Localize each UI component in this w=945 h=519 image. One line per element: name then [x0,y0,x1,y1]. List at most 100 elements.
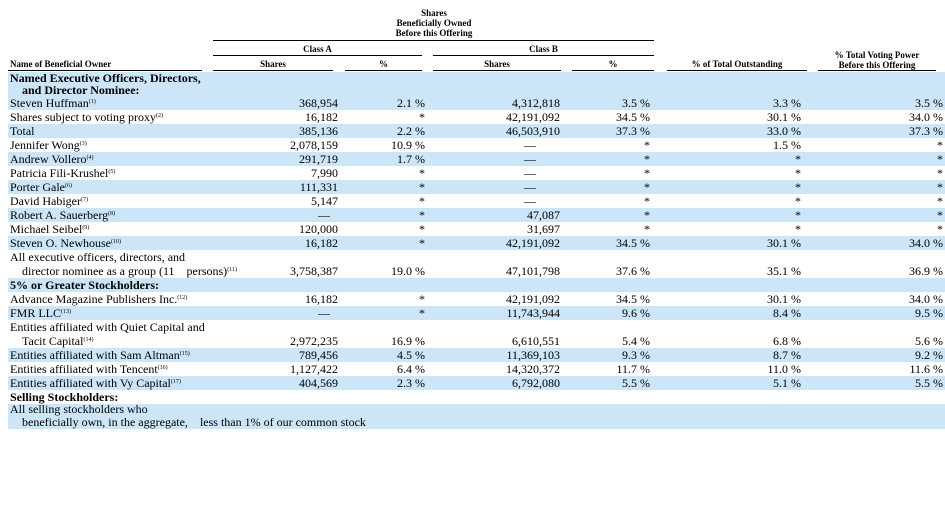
owner-name-text: FMR LLC [10,306,62,320]
section-five-pct-label: 5% or Greater Stockholders: [8,278,945,292]
owner-name-line: All executive officers, directors, and [10,250,213,264]
class-a-shares: 111,331 [213,180,338,194]
class-b-pct: 9.6 % [560,306,652,320]
owner-name-text: Steven O. Newhouse [10,236,111,250]
col-b-shares-header: Shares [484,59,510,69]
class-b-shares: 46,503,910 [427,124,560,138]
col-a-pct-header: % [379,59,388,69]
col-voting-header: % Total Voting Power Before this Offerin… [818,50,936,70]
voting-power-pct: 34.0 % [909,110,943,124]
section-selling: Selling Stockholders: [8,390,945,404]
class-a-pct: 10.9 % [391,138,425,152]
class-b-pct: 9.3 % [560,348,652,362]
group-title: Shares Beneficially Owned Before this Of… [384,8,484,38]
group-title-rule [213,40,654,41]
footnote-marker: (14) [83,337,94,343]
footnote-marker: (10) [110,239,121,245]
class-b-shares: — [427,180,560,194]
class-b-rule [433,55,654,56]
voting-power-pct: * [803,208,945,222]
section-named-line2: and Director Nominee: [22,83,140,97]
total-outstanding-pct: 5.1 % [652,376,803,390]
footnote-marker: (4) [86,155,94,161]
section-named-officers: Named Executive Officers, Directors, and… [8,72,945,96]
owner-name-text: Steven Huffman [10,96,89,110]
class-b-pct: 37.6 % [616,264,650,278]
class-b-pct: 34.5 % [560,236,652,250]
owner-name-line: Entities affiliated with Sam Altman(15) [10,348,213,362]
table-row: Entities affiliated with Quiet Capital a… [8,320,945,348]
class-a-shares: 2,972,235 [290,334,338,348]
class-a-pct: * [419,110,425,124]
footnote-marker: (7) [80,197,88,203]
owner-name-text: Andrew Vollero [10,152,87,166]
owner-name-line: Patricia Fili-Krushel(5) [10,166,213,180]
footnote-marker: (5) [108,169,116,175]
owner-name-line: David Habiger(7) [10,194,213,208]
table-row: David Habiger(7) 5,147 * — * * * [8,194,945,208]
class-a-pct: 2.2 % [338,124,427,138]
class-b-pct: * [560,152,652,166]
owner-name-text: Entities affiliated with Quiet Capital a… [10,320,205,334]
class-a-shares: — [213,306,338,320]
voting-power-pct: 34.0 % [909,292,943,306]
class-a-rule [213,55,422,56]
class-a-shares: 120,000 [299,222,338,236]
footnote-marker: (11) [227,267,237,273]
class-a-pct: 16.9 % [391,334,425,348]
total-outstanding-pct: 6.8 % [773,334,801,348]
footnote-marker: (6) [64,183,72,189]
class-a-shares: 16,182 [213,236,338,250]
total-outstanding-pct: * [795,222,801,236]
total-outstanding-pct: 35.1 % [767,264,801,278]
class-a-pct: * [338,208,427,222]
table-row: Andrew Vollero(4) 291,719 1.7 % — * * * [8,152,945,166]
owner-name-text: Robert A. Sauerberg [10,208,109,222]
class-a-pct: * [419,166,425,180]
class-b-shares: 42,191,092 [506,292,560,306]
owner-name-text: All executive officers, directors, and [10,250,186,264]
footnote-marker: (15) [179,351,190,357]
owner-name-line: Total [10,124,213,138]
class-b-pct: * [644,138,650,152]
total-outstanding-pct: 33.0 % [652,124,803,138]
owner-name-text: Patricia Fili-Krushel [10,166,109,180]
owner-name: Shares subject to voting proxy(2) [8,110,213,124]
owner-name-line: Porter Gale(6) [10,180,213,194]
class-b-pct: * [644,194,650,208]
table-row: Steven O. Newhouse(10) 16,182 * 42,191,092 3… [8,236,945,250]
class-a-shares: 16,182 [305,110,338,124]
footnote-marker: (8) [108,211,116,217]
footnote-marker: (17) [170,379,181,385]
class-b-header: Class B [529,44,558,54]
total-outstanding-pct: 30.1 % [767,110,801,124]
table-row: Robert A. Sauerberg(8) — * 47,087 * * * [8,208,945,222]
owner-name: Entities affiliated with Quiet Capital a… [8,320,213,348]
owner-name-line: Advance Magazine Publishers Inc.(12) [10,292,213,306]
col-name-header: Name of Beneficial Owner [10,59,112,69]
voting-power-pct: * [803,180,945,194]
class-a-shares: 1,127,422 [290,362,338,376]
class-b-shares: 42,191,092 [427,236,560,250]
class-a-shares: 5,147 [311,194,338,208]
class-a-pct: 4.5 % [338,348,427,362]
section-five-pct: 5% or Greater Stockholders: [8,278,945,292]
class-b-pct: 11.7 % [616,362,650,376]
class-b-shares: 11,743,944 [427,306,560,320]
class-b-pct: * [644,166,650,180]
class-a-pct: 19.0 % [391,264,425,278]
voting-power-pct: 9.2 % [803,348,945,362]
voting-power-pct: * [937,166,943,180]
group-title-line1: Shares [421,8,447,18]
voting-power-pct: 5.5 % [803,376,945,390]
table-row: Jennifer Wong(3) 2,078,159 10.9 % — * 1.5 % * [8,138,945,152]
footnote-marker: (16) [157,365,168,371]
total-outstanding-pct: 30.1 % [767,292,801,306]
total-outstanding-pct: * [652,152,803,166]
section-named-line1: Named Executive Officers, Directors, [10,71,201,85]
table-row: Entities affiliated with Sam Altman(15) 7… [8,348,945,362]
total-outstanding-pct: * [795,194,801,208]
class-b-pct: 5.5 % [560,376,652,390]
voting-power-pct: 5.6 % [915,334,943,348]
table-row: Entities affiliated with Tencent(16) 1,12… [8,362,945,376]
